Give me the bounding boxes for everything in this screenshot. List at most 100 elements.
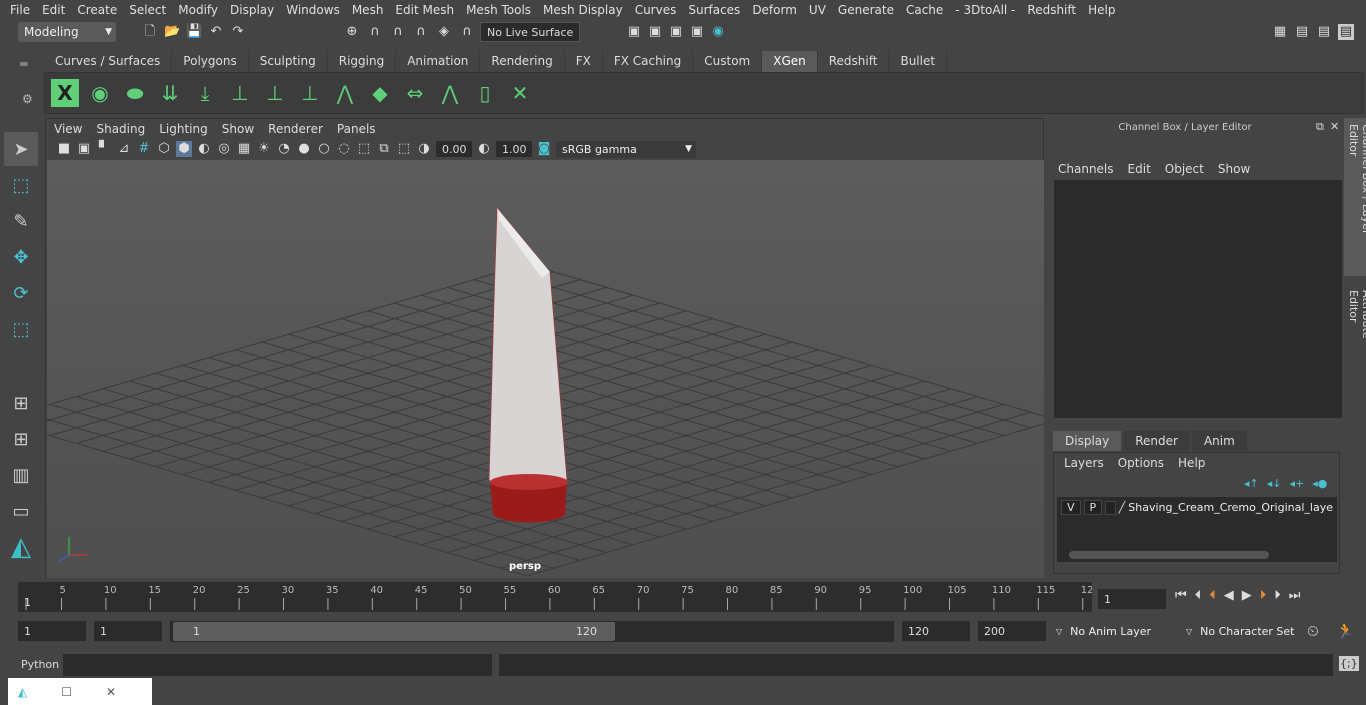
playback-end-field[interactable]: 120 — [902, 621, 970, 641]
four-view-icon[interactable]: ⊞ — [4, 422, 38, 456]
visibility-toggle[interactable]: V — [1061, 500, 1081, 515]
menu-mesh[interactable]: Mesh — [352, 3, 384, 17]
hypershade-icon[interactable]: ◉ — [710, 24, 726, 40]
layout-icon-3[interactable]: ▤ — [1338, 24, 1354, 40]
new-layer-icon[interactable]: ◂+ — [1290, 477, 1305, 490]
menu-mesh-display[interactable]: Mesh Display — [543, 3, 623, 17]
menu-create[interactable]: Create — [77, 3, 117, 17]
show-guide-icon[interactable]: ⊥ — [261, 79, 289, 107]
paint-select-icon[interactable]: ✎ — [4, 204, 38, 238]
textured-icon[interactable]: ◐ — [196, 141, 212, 157]
shelf-tab-bullet[interactable]: Bullet — [889, 51, 948, 72]
viewport-menu-panels[interactable]: Panels — [337, 122, 376, 136]
playback-toggle[interactable]: P — [1083, 500, 1103, 515]
shelf-tab-polygons[interactable]: Polygons — [172, 51, 249, 72]
gamma-icon[interactable]: ◐ — [476, 141, 492, 157]
bookmark-icon[interactable]: ▘ — [96, 141, 112, 157]
maximize-icon[interactable]: ☐ — [61, 685, 72, 699]
exposure-icon[interactable]: ◑ — [416, 141, 432, 157]
channel-menu-edit[interactable]: Edit — [1128, 162, 1151, 176]
guide-bounds-icon[interactable]: ▯ — [471, 79, 499, 107]
xray-icon[interactable]: ◎ — [216, 141, 232, 157]
menu-modify[interactable]: Modify — [178, 3, 218, 17]
move-layer-down-icon[interactable]: ◂↓ — [1267, 477, 1282, 490]
menu-curves[interactable]: Curves — [635, 3, 677, 17]
shelf-tab-fx-caching[interactable]: FX Caching — [602, 51, 694, 72]
snap-curve-icon[interactable]: ∩ — [367, 24, 383, 40]
layer-tab-anim[interactable]: Anim — [1191, 431, 1247, 451]
script-editor-icon[interactable]: {;} — [1339, 656, 1359, 671]
character-set-dropdown[interactable]: ▽ No Character Set — [1180, 621, 1298, 641]
menu-mesh-tools[interactable]: Mesh Tools — [466, 3, 531, 17]
3d-viewport[interactable]: persp — [0, 160, 1058, 578]
go-to-start-icon[interactable]: ⏮ — [1175, 588, 1187, 603]
two-view-icon[interactable]: ▥ — [4, 458, 38, 492]
anim-prefs-icon[interactable]: 🏃 — [1336, 622, 1355, 640]
snap-grid-icon[interactable]: ⊕ — [344, 24, 360, 40]
rotate-tool-icon[interactable]: ⟳ — [4, 276, 38, 310]
tab-attribute-editor[interactable]: Attribute Editor — [1344, 284, 1366, 379]
place-guide-icon[interactable]: ⤓ — [191, 79, 219, 107]
menu-display[interactable]: Display — [230, 3, 274, 17]
undo-icon[interactable]: ↶ — [208, 24, 224, 40]
viewport-menu-renderer[interactable]: Renderer — [268, 122, 323, 136]
single-view-icon[interactable]: ⊞ — [4, 386, 38, 420]
render-view-icon[interactable]: ▣ — [626, 24, 642, 40]
frame-sel-icon[interactable]: ⬚ — [396, 141, 412, 157]
snap-live-icon[interactable]: ∩ — [459, 24, 475, 40]
shelf-tab-custom[interactable]: Custom — [693, 51, 763, 72]
viewport-menu-shading[interactable]: Shading — [96, 122, 145, 136]
step-forward-key-icon[interactable]: ⏵ — [1260, 588, 1267, 603]
layer-tab-display[interactable]: Display — [1053, 431, 1122, 451]
workspace-icon[interactable]: ▦ — [1272, 24, 1288, 40]
anim-layer-dropdown[interactable]: ▽ No Anim Layer — [1050, 621, 1174, 641]
shelf-tab-fx[interactable]: FX — [564, 51, 603, 72]
layer-menu-options[interactable]: Options — [1118, 456, 1164, 470]
motion-blur-icon[interactable]: ○ — [316, 141, 332, 157]
guide-grid-icon[interactable]: ◆ — [366, 79, 394, 107]
lasso-tool-icon[interactable]: ⬚ — [4, 168, 38, 202]
layer-menu-help[interactable]: Help — [1178, 456, 1205, 470]
layer-menu-layers[interactable]: Layers — [1064, 456, 1104, 470]
redo-icon[interactable]: ↷ — [230, 24, 246, 40]
shelf-tab-animation[interactable]: Animation — [396, 51, 481, 72]
grid-icon[interactable]: # — [136, 141, 152, 157]
shelf-tab-rendering[interactable]: Rendering — [480, 51, 565, 72]
xgen-editor-icon[interactable]: X — [51, 79, 79, 107]
shadows-icon[interactable]: ◔ — [276, 141, 292, 157]
color-space-dropdown[interactable]: sRGB gamma ▼ — [556, 140, 696, 158]
layout-icon-2[interactable]: ▤ — [1316, 24, 1332, 40]
menu-surfaces[interactable]: Surfaces — [688, 3, 740, 17]
channel-menu-object[interactable]: Object — [1165, 162, 1204, 176]
start-time-field[interactable]: 1 — [18, 621, 86, 641]
shelf-tab-redshift[interactable]: Redshift — [817, 51, 890, 72]
auto-key-icon[interactable]: ⏲ — [1307, 622, 1319, 640]
move-tool-icon[interactable]: ✥ — [4, 240, 38, 274]
ao-icon[interactable]: ● — [296, 141, 312, 157]
step-back-key-icon[interactable]: ⏴ — [1209, 588, 1216, 603]
menu-deform[interactable]: Deform — [752, 3, 797, 17]
lights-icon[interactable]: ☀ — [256, 141, 272, 157]
menu-edit-mesh[interactable]: Edit Mesh — [395, 3, 454, 17]
step-forward-icon[interactable]: ⏵ — [1274, 588, 1281, 603]
shelf-menu-icon[interactable]: ═ — [20, 57, 27, 71]
shelf-tab-sculpting[interactable]: Sculpting — [248, 51, 328, 72]
current-frame-field[interactable]: 1 — [1098, 589, 1166, 609]
menu-file[interactable]: File — [10, 3, 30, 17]
camera-attr-icon[interactable]: ▣ — [76, 141, 92, 157]
viewport-menu-show[interactable]: Show — [222, 122, 254, 136]
isolate-icon[interactable]: ▦ — [236, 141, 252, 157]
outliner-view-icon[interactable]: ▭ — [4, 494, 38, 528]
smooth-shade-icon[interactable]: ⬢ — [176, 141, 192, 157]
command-language-label[interactable]: Python — [21, 658, 59, 671]
snap-point-icon[interactable]: ∩ — [390, 24, 406, 40]
channel-list[interactable] — [1054, 180, 1342, 418]
close-icon[interactable]: ✕ — [106, 685, 116, 699]
menu-select[interactable]: Select — [129, 3, 166, 17]
xgen-preview-icon[interactable]: ◉ — [86, 79, 114, 107]
snap-view-icon[interactable]: ∩ — [413, 24, 429, 40]
viewport-menu-lighting[interactable]: Lighting — [159, 122, 208, 136]
menu-windows[interactable]: Windows — [286, 3, 340, 17]
menu--3dtoall-[interactable]: - 3DtoAll - — [955, 3, 1015, 17]
go-to-end-icon[interactable]: ⏭ — [1289, 588, 1301, 603]
